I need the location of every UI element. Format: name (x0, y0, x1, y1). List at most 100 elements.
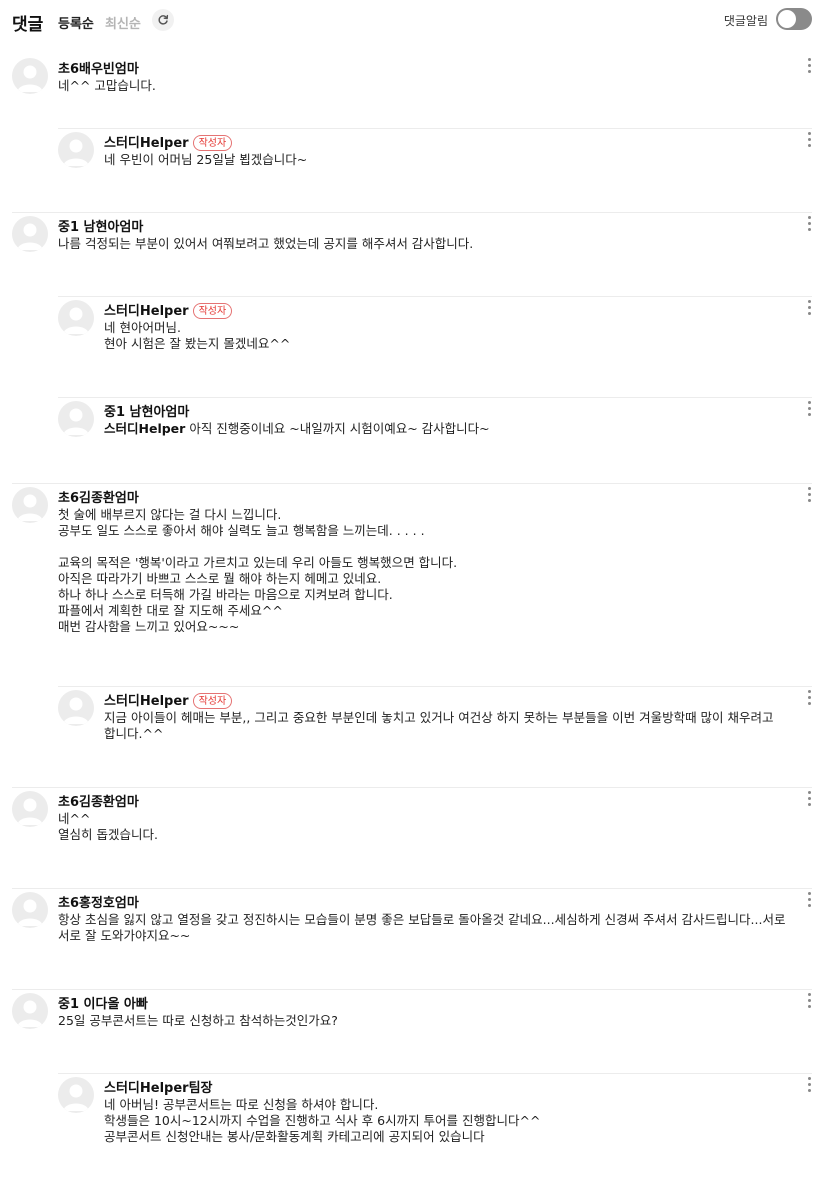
comment-body: 네 현아어머님. 현아 시험은 잘 봤는지 몰겠네요^^ (104, 320, 291, 351)
comment-text: 첫 술에 배부르지 않다는 걸 다시 느낍니다. 공부도 일도 스스로 좋아서 … (58, 507, 786, 635)
more-options-icon[interactable] (808, 1077, 812, 1093)
more-options-icon[interactable] (808, 216, 812, 232)
comment-text: 나름 걱정되는 부분이 있어서 여쭤보려고 했었는데 공지를 해주셔서 감사합니… (58, 236, 786, 252)
comment-divider (58, 128, 812, 129)
comment-author[interactable]: 스터디Helper팀장 (104, 1077, 213, 1096)
comment-author[interactable]: 중1 남현아엄마 (104, 401, 189, 420)
avatar[interactable] (58, 690, 94, 726)
default-profile-icon (17, 65, 43, 92)
comment-author[interactable]: 스터디Helper 작성자 (104, 300, 233, 319)
default-profile-icon (63, 139, 89, 166)
comment-author[interactable]: 초6홍정호엄마 (58, 892, 139, 911)
toggle-knob (778, 10, 796, 28)
comment-divider (58, 397, 812, 398)
more-options-icon[interactable] (808, 132, 812, 148)
comment-text: 25일 공부콘서트는 따로 신청하고 참석하는것인가요? (58, 1013, 786, 1029)
avatar[interactable] (12, 487, 48, 523)
default-profile-icon (17, 899, 43, 926)
comment-divider (12, 212, 812, 213)
avatar[interactable] (58, 132, 94, 168)
comment-body: 네^^ 열심히 돕겠습니다. (58, 811, 158, 842)
avatar[interactable] (58, 401, 94, 437)
refresh-button[interactable] (152, 9, 174, 31)
comment-body: 지금 아이들이 헤매는 부분,, 그리고 중요한 부분인데 놓치고 있거나 여건… (104, 710, 778, 741)
comment-divider (12, 483, 812, 484)
comment-body: 네^^ 고맙습니다. (58, 78, 156, 93)
default-profile-icon (17, 223, 43, 250)
more-options-icon[interactable] (808, 690, 812, 706)
comment-divider (12, 787, 812, 788)
comment-author-name: 스터디Helper (104, 694, 189, 709)
avatar[interactable] (58, 300, 94, 336)
comment-text: 네 현아어머님. 현아 시험은 잘 봤는지 몰겠네요^^ (104, 320, 786, 352)
refresh-icon (158, 14, 169, 25)
default-profile-icon (63, 697, 89, 724)
sort-registered-button[interactable]: 등록순 (58, 13, 94, 32)
author-badge: 작성자 (192, 135, 233, 151)
comment-body: 나름 걱정되는 부분이 있어서 여쭤보려고 했었는데 공지를 해주셔서 감사합니… (58, 236, 474, 251)
comment-author-name: 중1 남현아엄마 (58, 220, 144, 235)
comment-divider (12, 888, 812, 889)
avatar[interactable] (12, 216, 48, 252)
more-options-icon[interactable] (808, 401, 812, 417)
comment-author-name: 초6배우빈엄마 (58, 62, 139, 77)
more-options-icon[interactable] (808, 58, 812, 74)
comment-author[interactable]: 스터디Helper 작성자 (104, 690, 233, 709)
comment-text: 지금 아이들이 헤매는 부분,, 그리고 중요한 부분인데 놓치고 있거나 여건… (104, 710, 786, 742)
comment-notify-label: 댓글알림 (723, 14, 768, 28)
comment-text: 네 우빈이 어머님 25일날 뵙겠습니다~ (104, 152, 786, 168)
comment-author[interactable]: 중1 남현아엄마 (58, 216, 143, 235)
comment-author[interactable]: 초6김종환엄마 (58, 791, 139, 810)
comment-author-name: 초6김종환엄마 (58, 491, 139, 506)
avatar[interactable] (12, 892, 48, 928)
comment-author-name: 스터디Helper (104, 136, 189, 151)
comment-author-name: 중1 이다올 아빠 (58, 997, 148, 1012)
avatar[interactable] (12, 791, 48, 827)
comment-author-name: 스터디Helper팀장 (104, 1081, 213, 1096)
comment-divider (12, 989, 812, 990)
comment-author[interactable]: 초6김종환엄마 (58, 487, 139, 506)
comment-divider (58, 1073, 812, 1074)
more-options-icon[interactable] (808, 300, 812, 316)
comment-text: 네 아버님! 공부콘서트는 따로 신청을 하셔야 합니다. 학생들은 10시~1… (104, 1097, 786, 1145)
default-profile-icon (17, 494, 43, 521)
comment-body: 아직 진행중이네요 ~내일까지 시험이예요~ 감사합니다~ (189, 421, 490, 436)
comment-body: 첫 술에 배부르지 않다는 걸 다시 느낍니다. 공부도 일도 스스로 좋아서 … (58, 507, 458, 634)
comment-divider (58, 296, 812, 297)
more-options-icon[interactable] (808, 487, 812, 503)
default-profile-icon (63, 307, 89, 334)
comment-author[interactable]: 중1 이다올 아빠 (58, 993, 148, 1012)
comment-author-name: 스터디Helper (104, 304, 189, 319)
comment-body: 네 아버님! 공부콘서트는 따로 신청을 하셔야 합니다. 학생들은 10시~1… (104, 1097, 541, 1144)
more-options-icon[interactable] (808, 791, 812, 807)
comment-body: 25일 공부콘서트는 따로 신청하고 참석하는것인가요? (58, 1013, 338, 1028)
default-profile-icon (17, 1000, 43, 1027)
comment-notify-toggle[interactable] (776, 8, 812, 30)
comment-author[interactable]: 초6배우빈엄마 (58, 58, 139, 77)
comment-author-name: 초6김종환엄마 (58, 795, 139, 810)
author-badge: 작성자 (192, 303, 233, 319)
more-options-icon[interactable] (808, 993, 812, 1009)
comment-text: 항상 초심을 잃지 않고 열정을 갖고 정진하시는 모습들이 분명 좋은 보답들… (58, 912, 786, 944)
default-profile-icon (63, 1084, 89, 1111)
comment-text: 네^^ 열심히 돕겠습니다. (58, 811, 786, 843)
avatar[interactable] (12, 993, 48, 1029)
comments-title: 댓글 (12, 15, 44, 35)
comment-body: 항상 초심을 잃지 않고 열정을 갖고 정진하시는 모습들이 분명 좋은 보답들… (58, 912, 786, 943)
comment-divider (58, 686, 812, 687)
comment-text: 스터디Helper 아직 진행중이네요 ~내일까지 시험이예요~ 감사합니다~ (104, 421, 786, 437)
comment-text: 네^^ 고맙습니다. (58, 78, 786, 94)
comment-author-name: 중1 남현아엄마 (104, 405, 190, 420)
default-profile-icon (63, 408, 89, 435)
mention-link[interactable]: 스터디Helper (104, 421, 185, 436)
comment-author[interactable]: 스터디Helper 작성자 (104, 132, 233, 151)
more-options-icon[interactable] (808, 892, 812, 908)
comment-body: 네 우빈이 어머님 25일날 뵙겠습니다~ (104, 152, 308, 167)
default-profile-icon (17, 798, 43, 825)
comment-author-name: 초6홍정호엄마 (58, 896, 139, 911)
avatar[interactable] (58, 1077, 94, 1113)
author-badge: 작성자 (192, 693, 233, 709)
sort-latest-button[interactable]: 최신순 (105, 13, 141, 32)
comment-header: 댓글 등록순 최신순 댓글알림 (0, 0, 836, 44)
avatar[interactable] (12, 58, 48, 94)
